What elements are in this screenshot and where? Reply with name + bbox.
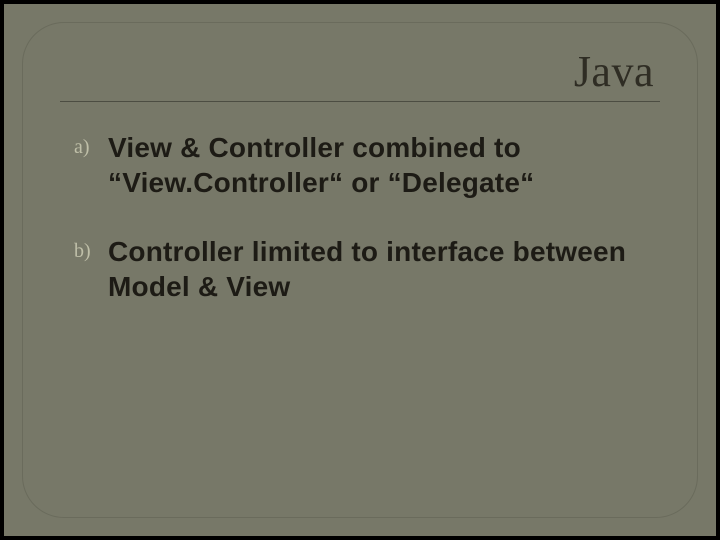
- list-marker: b): [74, 234, 108, 263]
- list-item-text: Controller limited to interface between …: [108, 234, 660, 304]
- list-item: b) Controller limited to interface betwe…: [74, 234, 660, 304]
- slide: Java a) View & Controller combined to “V…: [4, 4, 716, 536]
- list-marker: a): [74, 130, 108, 159]
- list-item-text: View & Controller combined to “View.Cont…: [108, 130, 660, 200]
- slide-title: Java: [60, 46, 660, 101]
- body-list: a) View & Controller combined to “View.C…: [60, 130, 660, 304]
- list-item: a) View & Controller combined to “View.C…: [74, 130, 660, 200]
- slide-content: Java a) View & Controller combined to “V…: [60, 46, 660, 508]
- title-underline: [60, 101, 660, 102]
